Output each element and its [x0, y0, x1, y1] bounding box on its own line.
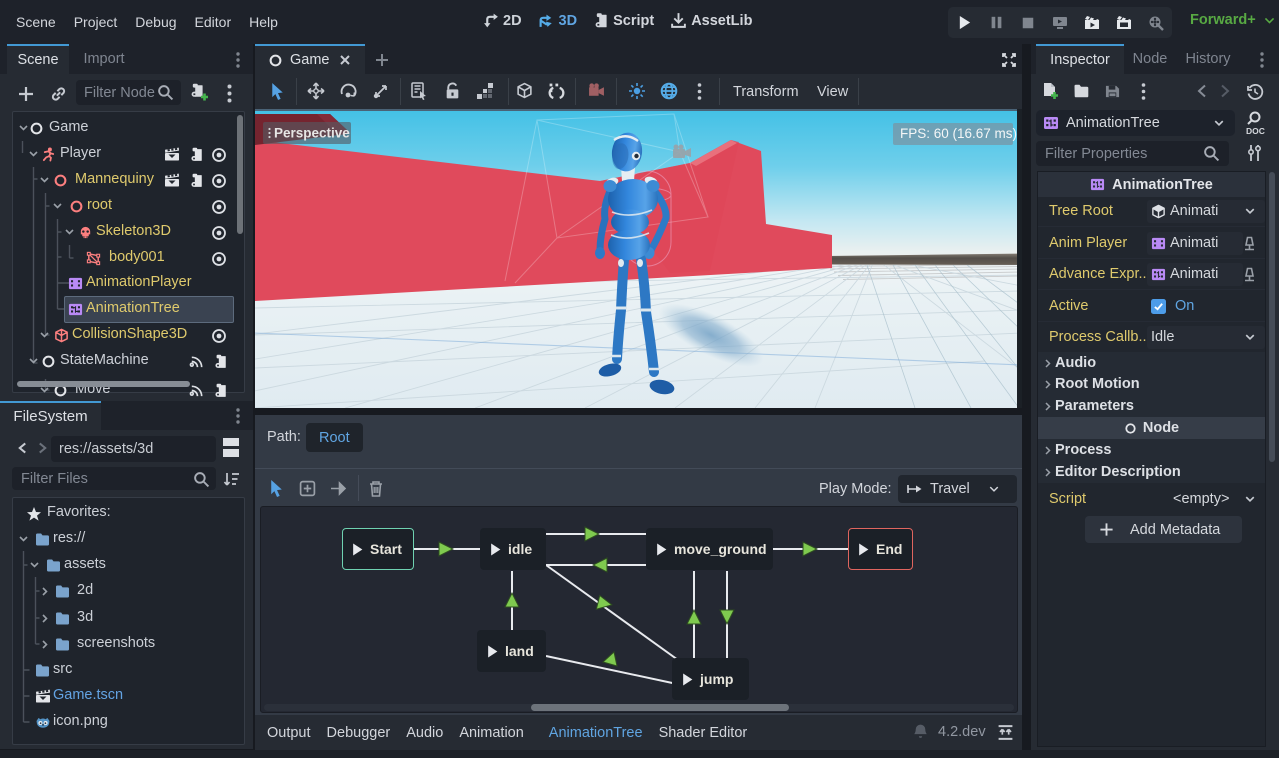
svg-text:DOC: DOC [1246, 126, 1265, 136]
svg-text:FPS: 60 (16.67 ms): FPS: 60 (16.67 ms) [900, 126, 1017, 141]
svg-text:Perspective: Perspective [274, 126, 350, 141]
